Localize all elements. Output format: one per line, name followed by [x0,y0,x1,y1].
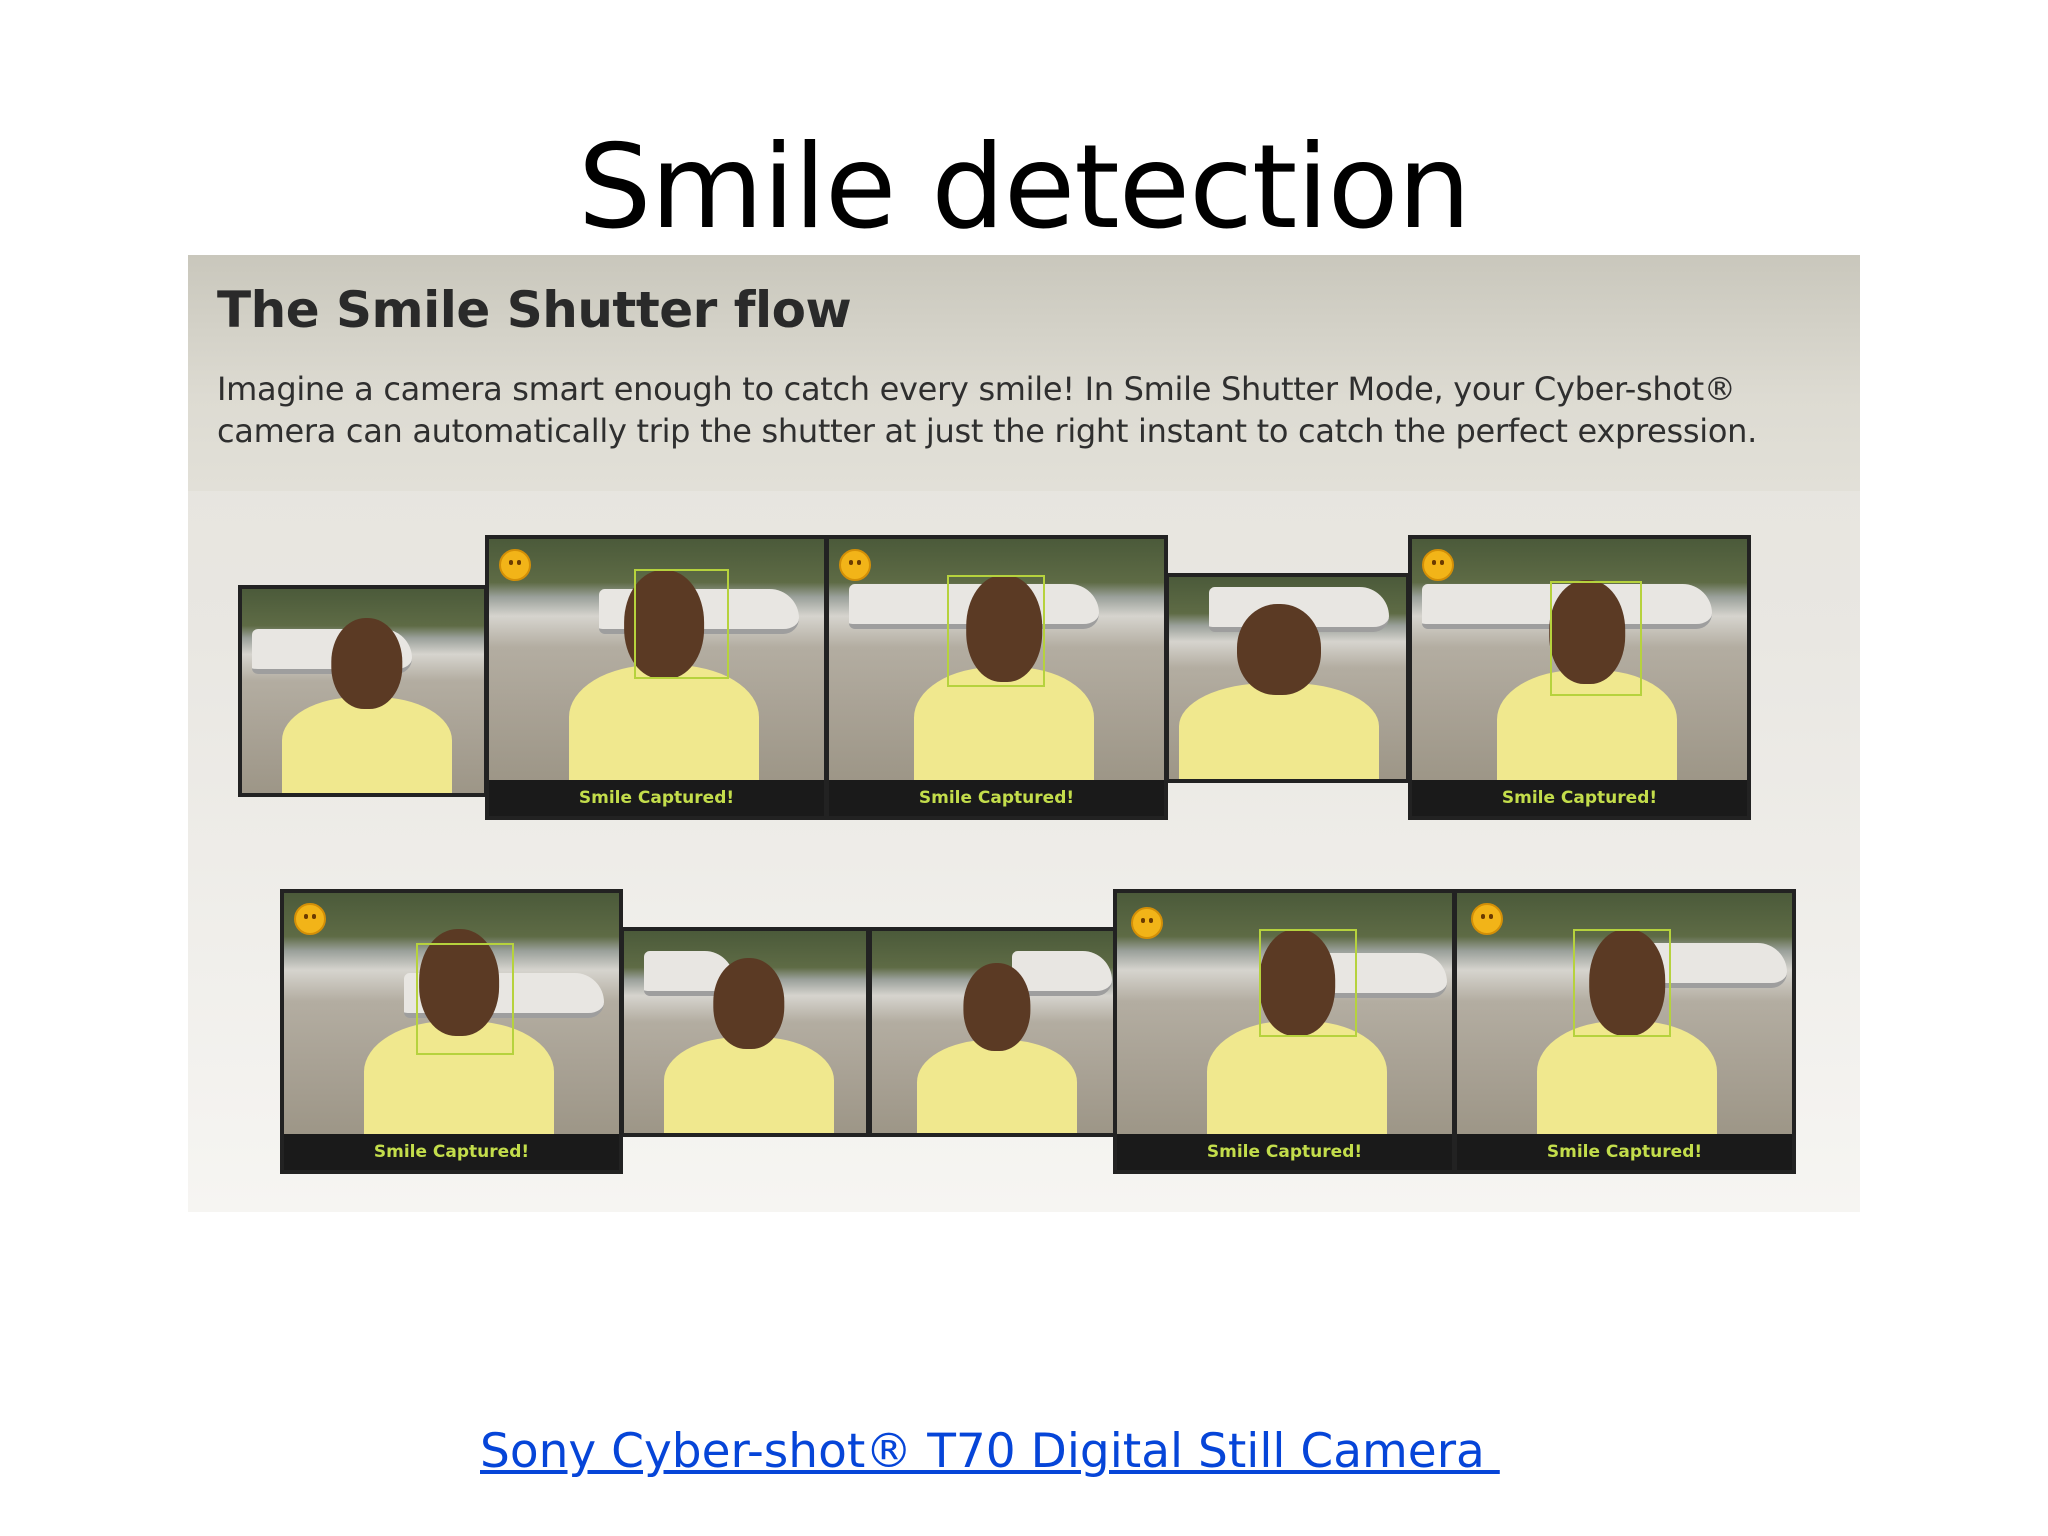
smile-icon [1471,903,1503,935]
smile-icon [499,549,531,581]
photo-scene [1117,893,1452,1134]
photo-scene [284,893,619,1134]
photo-9: Smile Captured! [1113,889,1456,1174]
camera-source-link[interactable]: Sony Cyber-shot® T70 Digital Still Camer… [480,1424,1500,1479]
photo-scene [1457,893,1792,1134]
photo-6: Smile Captured! [280,889,623,1174]
smile-captured-caption: Smile Captured! [284,1134,619,1170]
photo-4 [1165,573,1410,783]
child-figure [917,963,1077,1133]
child-figure [282,618,452,793]
child-figure [1179,604,1379,779]
figure-description: Imagine a camera smart enough to catch e… [217,370,1758,450]
smile-captured-caption: Smile Captured! [1412,780,1747,816]
face-detection-box [947,575,1045,687]
child-figure [664,958,834,1133]
slide-title: Smile detection [577,120,1471,255]
figure-heading: The Smile Shutter flow [217,281,852,339]
smile-shutter-figure: The Smile Shutter flow Imagine a camera … [188,255,1860,1212]
smile-icon [1131,907,1163,939]
figure-header: The Smile Shutter flow Imagine a camera … [188,255,1860,491]
face-detection-box [1550,581,1642,696]
photo-3: Smile Captured! [825,535,1168,820]
photo-scene [489,539,824,780]
smile-icon [294,903,326,935]
photo-8 [868,927,1118,1137]
photo-1 [238,585,488,797]
smile-captured-caption: Smile Captured! [1117,1134,1452,1170]
photo-scene [1169,577,1406,779]
face-detection-box [1573,929,1671,1037]
smile-captured-caption: Smile Captured! [829,780,1164,816]
photo-2: Smile Captured! [485,535,828,820]
photo-7 [620,927,870,1137]
smile-captured-caption: Smile Captured! [1457,1134,1792,1170]
face-detection-box [416,943,514,1055]
photo-scene [872,931,1114,1133]
photo-5: Smile Captured! [1408,535,1751,820]
smile-icon [1422,549,1454,581]
photo-scene [242,589,484,793]
photo-scene [1412,539,1747,780]
smile-captured-caption: Smile Captured! [489,780,824,816]
photo-10: Smile Captured! [1453,889,1796,1174]
photo-scene [829,539,1164,780]
face-detection-box [634,569,729,679]
smile-icon [839,549,871,581]
face-detection-box [1259,929,1357,1037]
photo-scene [624,931,866,1133]
